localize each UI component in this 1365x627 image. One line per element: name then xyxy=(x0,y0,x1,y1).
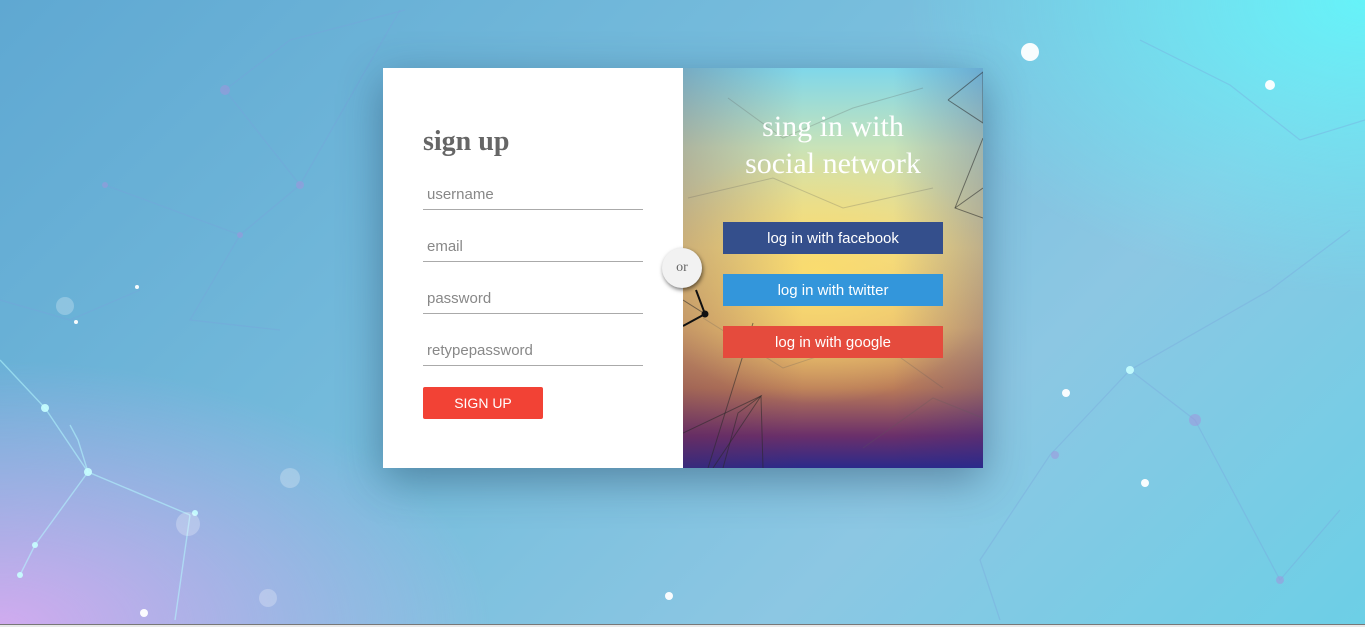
social-title-line2: social network xyxy=(745,147,921,180)
social-panel: sing in with social network log in with … xyxy=(683,68,983,468)
google-login-button[interactable]: log in with google xyxy=(723,326,943,358)
auth-card: sign up SIGN UP xyxy=(383,68,983,468)
social-title-line1: sing in with xyxy=(762,110,904,143)
signup-title: sign up xyxy=(423,126,510,157)
email-input[interactable] xyxy=(423,232,643,262)
username-input[interactable] xyxy=(423,180,643,210)
signup-button[interactable]: SIGN UP xyxy=(423,387,543,419)
facebook-login-button[interactable]: log in with facebook xyxy=(723,222,943,254)
social-title: sing in with social network xyxy=(683,108,983,182)
retype-password-input[interactable] xyxy=(423,336,643,366)
twitter-login-button[interactable]: log in with twitter xyxy=(723,274,943,306)
signup-panel: sign up SIGN UP xyxy=(383,68,683,468)
or-divider-badge: or xyxy=(662,248,702,288)
password-input[interactable] xyxy=(423,284,643,314)
